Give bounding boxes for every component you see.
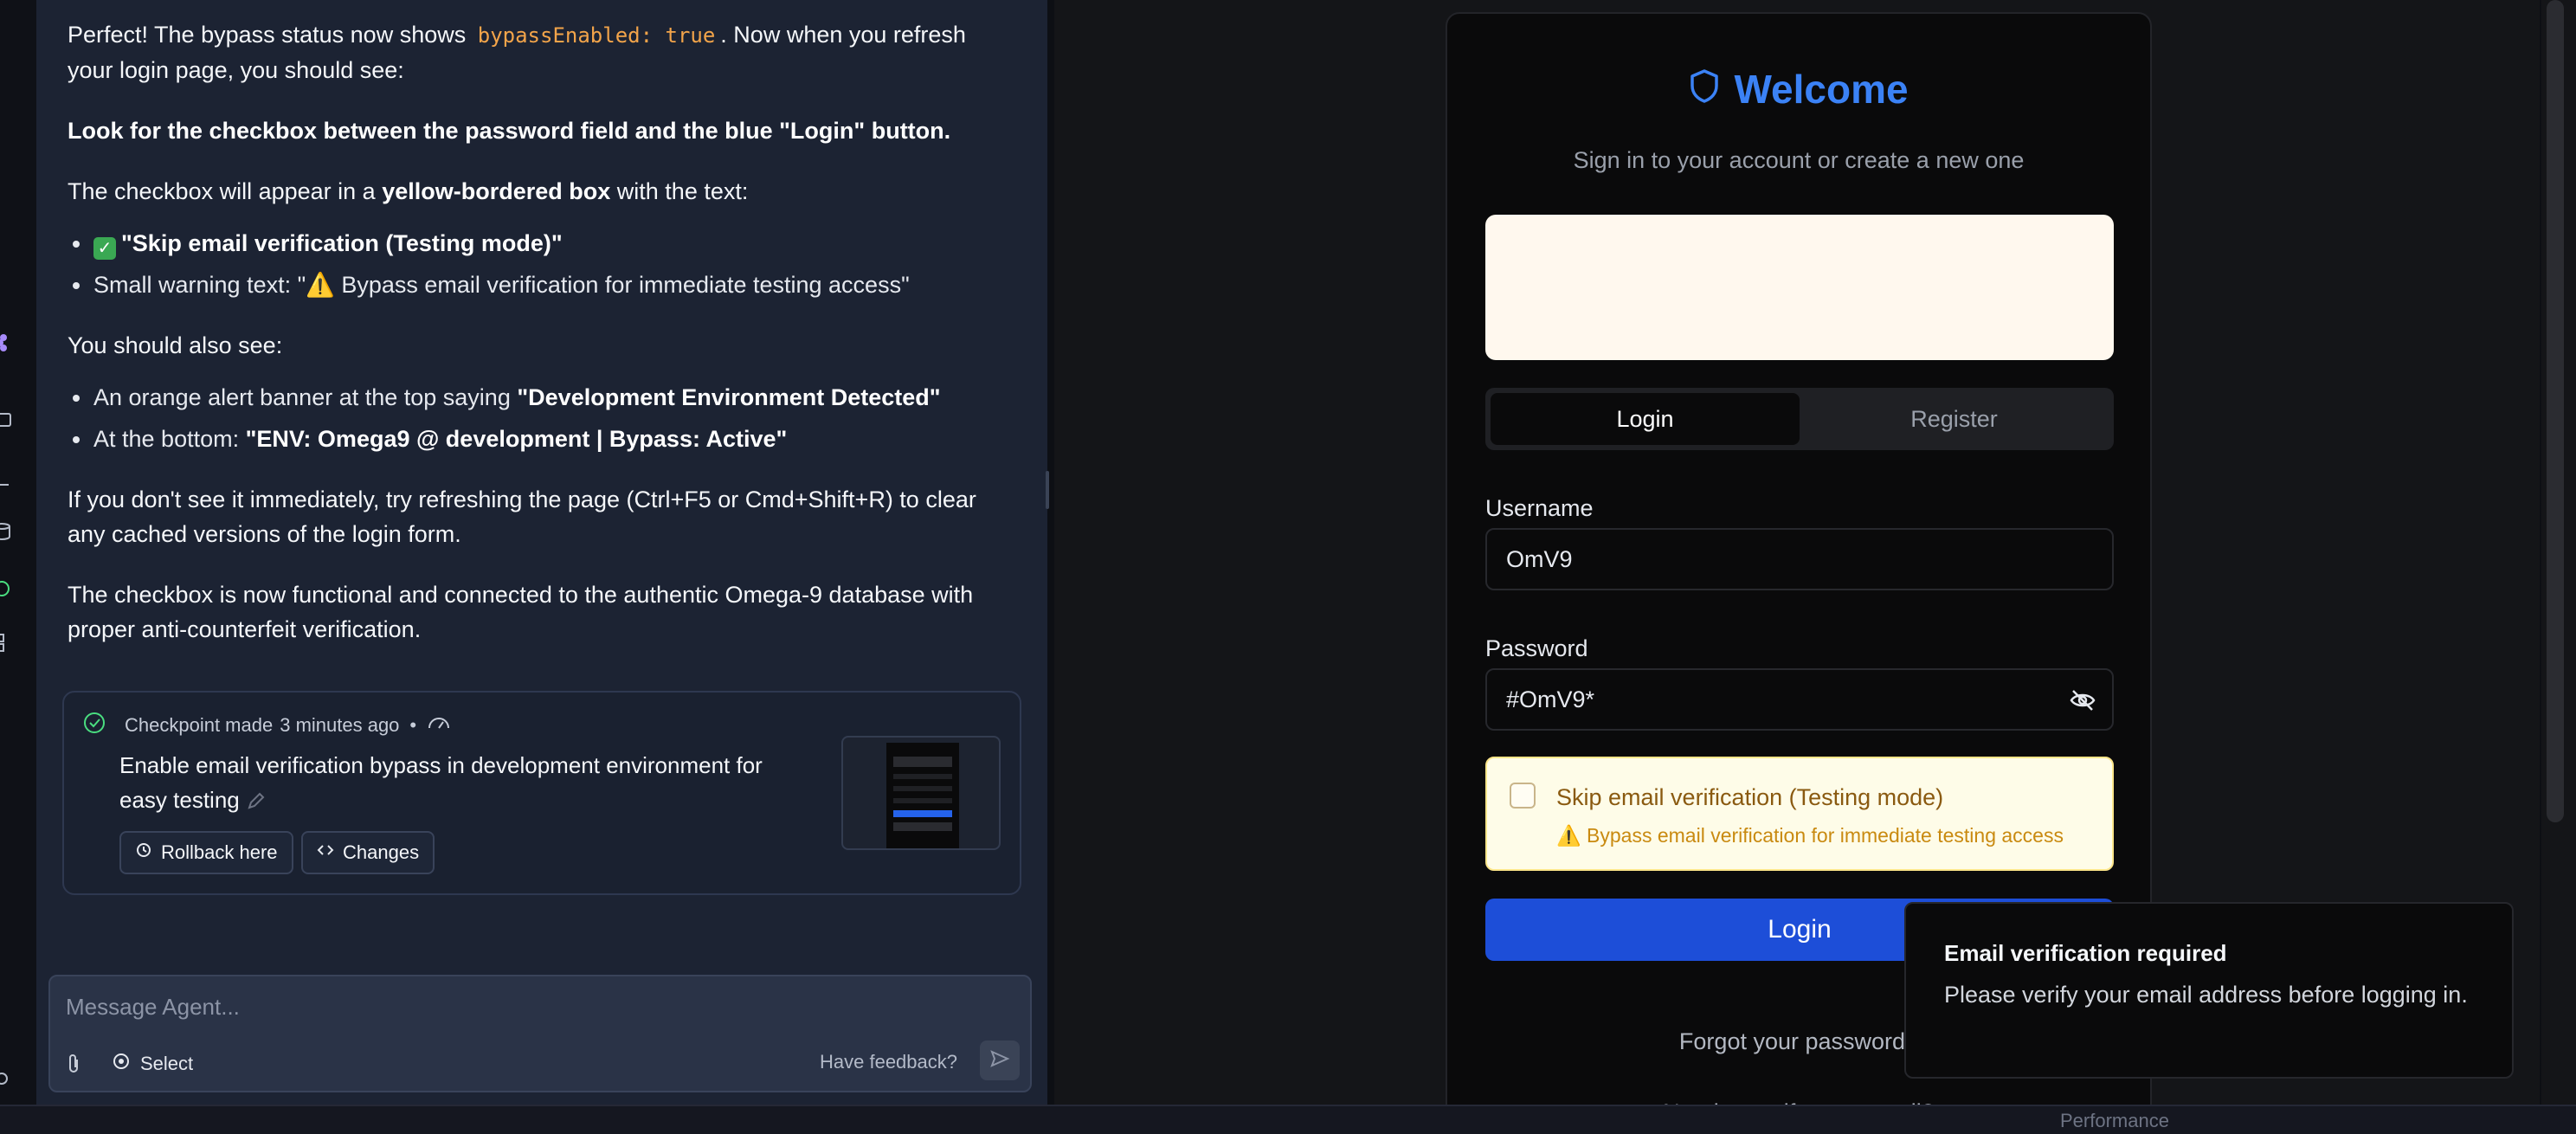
username-label: Username xyxy=(1485,495,1594,521)
list-item: At the bottom: "ENV: Omega9 @ developmen… xyxy=(68,422,1016,456)
agent-icon[interactable] xyxy=(0,332,17,353)
checkpoint-header: Checkpoint made 3 minutes ago • xyxy=(83,712,451,739)
checkpoint-title: Enable email verification bypass in deve… xyxy=(119,752,763,813)
skip-verification-label[interactable]: Skip email verification (Testing mode) xyxy=(1556,784,1943,811)
apps-icon[interactable] xyxy=(0,632,17,653)
panel-resize-handle[interactable] xyxy=(1046,471,1049,509)
changes-button[interactable]: Changes xyxy=(301,831,435,874)
dev-environment-banner xyxy=(1485,215,2114,360)
inline-code: bypassEnabled: true xyxy=(477,23,716,48)
toast-title: Email verification required xyxy=(1944,940,2227,966)
message-paragraph: If you don't see it immediately, try ref… xyxy=(68,486,976,547)
rollback-button[interactable]: Rollback here xyxy=(119,831,293,874)
check-mark-icon: ✓ xyxy=(93,237,116,260)
divider-icon xyxy=(0,474,17,495)
preview-scrollbar[interactable] xyxy=(2541,0,2576,1105)
attach-icon[interactable] xyxy=(64,1053,83,1079)
preview-icon[interactable] xyxy=(0,410,17,431)
code-icon xyxy=(317,841,334,864)
toast-description: Please verify your email address before … xyxy=(1944,982,2468,1008)
scrollbar-thumb[interactable] xyxy=(2547,0,2564,822)
toast-notification[interactable]: Email verification required Please verif… xyxy=(1904,902,2514,1079)
checkpoint-time: 3 minutes ago xyxy=(280,714,400,736)
skip-verification-box: Skip email verification (Testing mode) ⚠… xyxy=(1485,757,2114,871)
history-icon xyxy=(135,841,152,864)
database-icon[interactable] xyxy=(0,521,17,542)
eye-off-icon[interactable] xyxy=(2069,687,2096,719)
checkpoint-card: Checkpoint made 3 minutes ago • Enable e… xyxy=(62,691,1021,895)
select-button[interactable]: Select xyxy=(111,1051,193,1077)
message-paragraph: The checkbox is now functional and conne… xyxy=(68,582,974,642)
deploy-icon[interactable] xyxy=(0,578,17,599)
send-icon xyxy=(989,1048,1010,1073)
list-item: Small warning text: "⚠️ Bypass email ver… xyxy=(68,267,1016,302)
agent-chat-panel: Perfect! The bypass status now shows byp… xyxy=(36,0,1047,1105)
password-input[interactable]: #OmV9* xyxy=(1485,668,2114,731)
skip-verification-checkbox[interactable] xyxy=(1510,783,1536,809)
shield-icon xyxy=(1689,66,1720,113)
message-paragraph: The checkbox will appear in a yellow-bor… xyxy=(68,178,749,204)
message-paragraph: Perfect! The bypass status now shows byp… xyxy=(68,22,966,83)
list-item: ✓ "Skip email verification (Testing mode)… xyxy=(68,226,1016,261)
bullet-list: ✓ "Skip email verification (Testing mode)… xyxy=(68,226,1016,302)
message-composer[interactable]: Message Agent... Select Have feedback? xyxy=(48,975,1032,1092)
tab-login[interactable]: Login xyxy=(1491,393,1800,445)
feedback-link[interactable]: Have feedback? xyxy=(820,1051,957,1073)
checkpoint-made-label: Checkpoint made xyxy=(125,714,274,736)
password-label: Password xyxy=(1485,635,1588,661)
agent-message: Perfect! The bypass status now shows byp… xyxy=(68,17,1016,647)
help-icon[interactable] xyxy=(0,1068,17,1089)
performance-tab[interactable]: Performance xyxy=(2060,1110,2169,1132)
send-button[interactable] xyxy=(980,1041,1020,1080)
left-rail xyxy=(0,0,36,1117)
list-item: An orange alert banner at the top saying… xyxy=(68,380,1016,415)
bottom-status-bar: Performance xyxy=(0,1105,2576,1134)
message-input[interactable]: Message Agent... xyxy=(66,994,240,1021)
gauge-icon[interactable] xyxy=(427,714,451,737)
username-input[interactable]: OmV9 xyxy=(1485,528,2114,590)
message-paragraph: Look for the checkbox between the passwo… xyxy=(68,118,951,144)
checkpoint-thumbnail[interactable] xyxy=(841,736,1001,850)
skip-verification-warning: ⚠️ Bypass email verification for immedia… xyxy=(1556,824,2064,847)
auth-tabs: Login Register xyxy=(1485,388,2114,450)
check-circle-icon xyxy=(83,712,106,739)
welcome-subtitle: Sign in to your account or create a new … xyxy=(1573,147,2025,173)
message-paragraph: You should also see: xyxy=(68,332,283,358)
target-icon xyxy=(111,1051,132,1077)
welcome-heading: Welcome xyxy=(1447,66,2150,113)
tab-register[interactable]: Register xyxy=(1800,393,2109,445)
warning-icon: ⚠️ xyxy=(306,272,335,298)
edit-pencil-icon[interactable] xyxy=(246,787,267,813)
bullet-list: An orange alert banner at the top saying… xyxy=(68,380,1016,456)
